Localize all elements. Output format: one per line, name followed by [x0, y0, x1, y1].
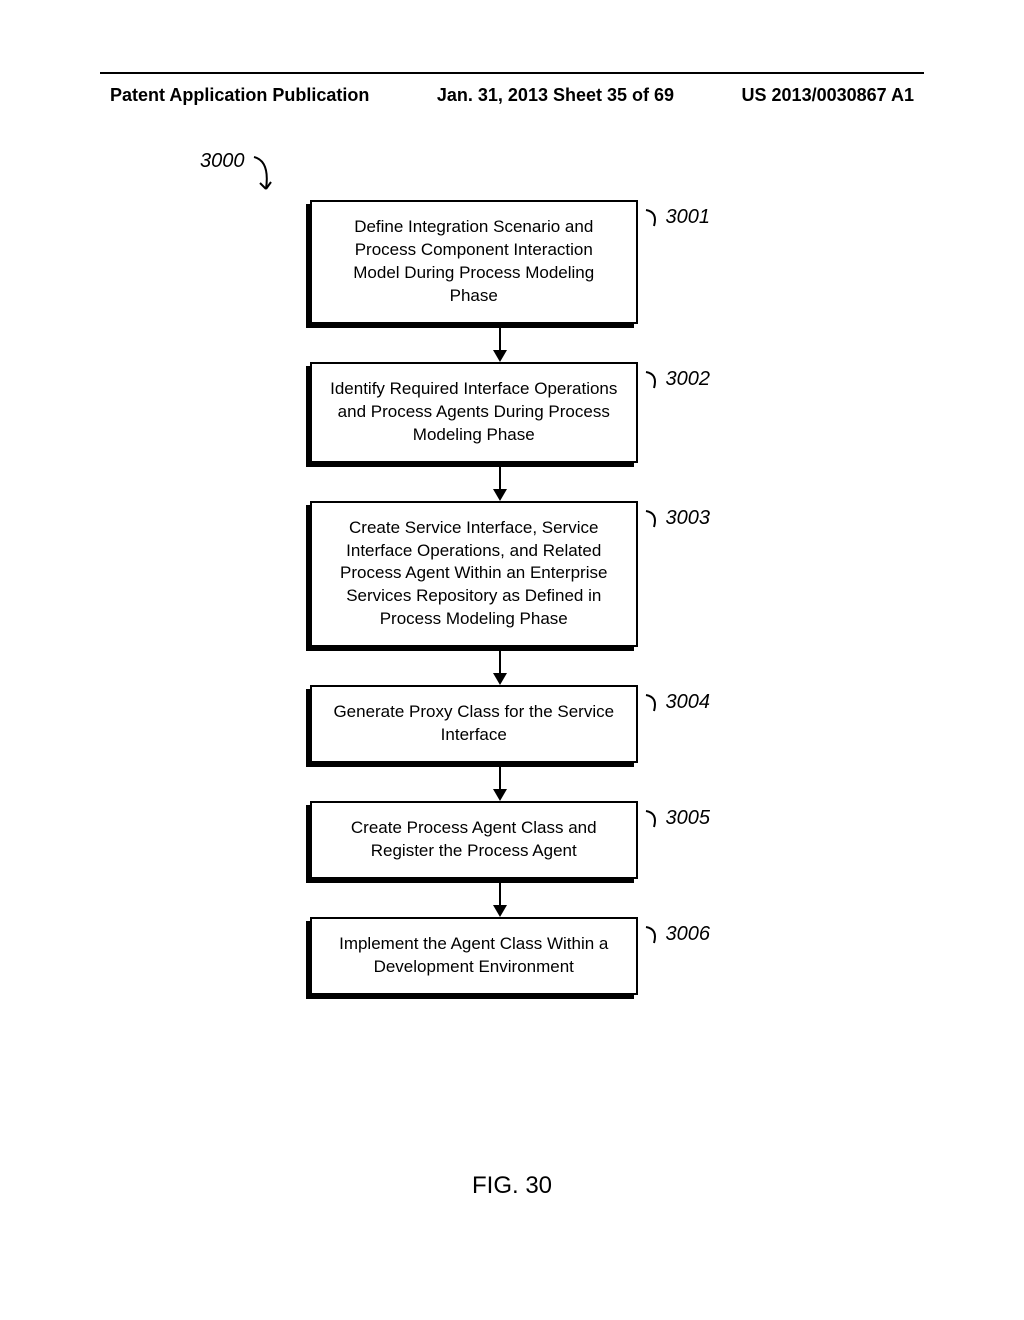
bracket-icon: [644, 923, 666, 947]
page-header: Patent Application Publication Jan. 31, …: [0, 85, 1024, 106]
step-box: Create Process Agent Class and Register …: [310, 801, 638, 879]
arrow-down-icon: [310, 463, 690, 501]
step-label: 3004: [644, 691, 711, 715]
flow-step: Generate Proxy Class for the Service Int…: [310, 685, 710, 763]
figure-ref-label: 3000: [200, 150, 245, 173]
step-label: 3001: [644, 206, 711, 230]
arrow-down-icon: [310, 324, 690, 362]
header-right: US 2013/0030867 A1: [742, 85, 914, 106]
step-num: 3001: [666, 206, 711, 229]
step-box: Identify Required Interface Operations a…: [310, 362, 638, 463]
flow-step: Define Integration Scenario and Process …: [310, 200, 710, 324]
flowchart: Define Integration Scenario and Process …: [310, 200, 710, 995]
step-num: 3003: [666, 507, 711, 530]
step-box: Create Service Interface, Service Interf…: [310, 501, 638, 648]
arrow-down-icon: [310, 647, 690, 685]
bracket-icon: [644, 691, 666, 715]
step-label: 3003: [644, 507, 711, 531]
bracket-icon: [644, 807, 666, 831]
flow-step: Create Service Interface, Service Interf…: [310, 501, 710, 648]
bracket-icon: [644, 206, 666, 230]
step-num: 3006: [666, 923, 711, 946]
step-num: 3005: [666, 807, 711, 830]
step-box: Define Integration Scenario and Process …: [310, 200, 638, 324]
bracket-icon: [644, 507, 666, 531]
flow-step: Create Process Agent Class and Register …: [310, 801, 710, 879]
step-label: 3006: [644, 923, 711, 947]
header-center: Jan. 31, 2013 Sheet 35 of 69: [437, 85, 674, 106]
step-num: 3002: [666, 368, 711, 391]
header-rule: [100, 72, 924, 74]
bracket-icon: [644, 368, 666, 392]
step-box: Generate Proxy Class for the Service Int…: [310, 685, 638, 763]
flow-step: Implement the Agent Class Within a Devel…: [310, 917, 710, 995]
arrow-down-icon: [310, 763, 690, 801]
step-num: 3004: [666, 691, 711, 714]
step-label: 3005: [644, 807, 711, 831]
step-box: Implement the Agent Class Within a Devel…: [310, 917, 638, 995]
arrow-down-icon: [310, 879, 690, 917]
step-label: 3002: [644, 368, 711, 392]
flow-step: Identify Required Interface Operations a…: [310, 362, 710, 463]
figure-ref-arrow: [248, 155, 278, 203]
figure-caption: FIG. 30: [0, 1172, 1024, 1200]
header-left: Patent Application Publication: [110, 85, 369, 106]
